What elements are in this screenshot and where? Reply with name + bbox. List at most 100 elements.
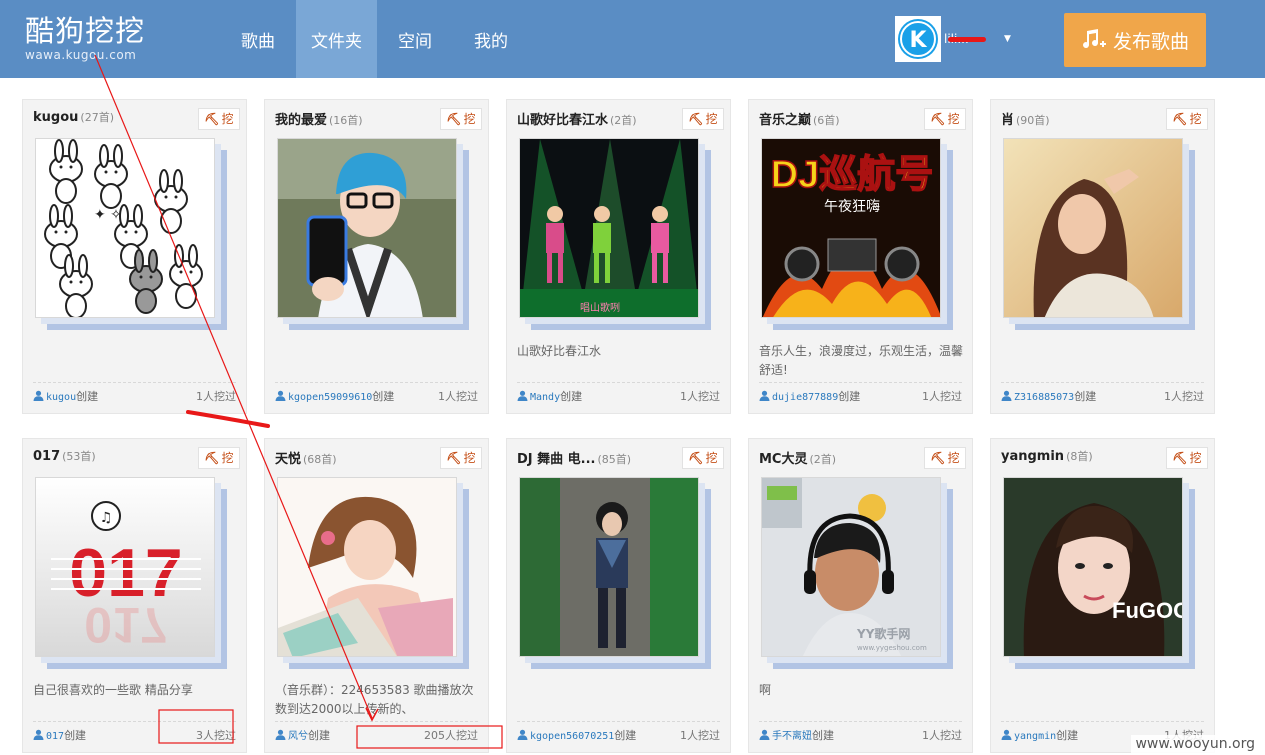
folder-title[interactable]: 肖 (90首) <box>1001 109 1050 128</box>
creator-info: kgopen56070251创建 <box>517 722 636 751</box>
shovel-icon: ⛏ <box>1172 112 1188 126</box>
creator-info: yangmin创建 <box>1001 722 1078 751</box>
folder-card[interactable]: 山歌好比春江水 (2首) ⛏ 挖 唱山歌咧 山歌好比春江水 Mandy创建 1人… <box>506 99 731 414</box>
folder-card[interactable]: DJ 舞曲 电... (85首) ⛏ 挖 kgopen56070251创建 1人… <box>506 438 731 753</box>
folder-cover[interactable]: DJ巡航号 午夜狂嗨 <box>761 138 953 330</box>
dig-button[interactable]: ⛏ 挖 <box>1166 447 1208 469</box>
folder-cover[interactable]: YY歌手网 www.yygeshou.com <box>761 477 953 669</box>
shovel-icon: ⛏ <box>204 451 220 465</box>
creator-link[interactable]: 手不离妞 <box>772 731 812 742</box>
folder-cover[interactable]: ✦ ✧ <box>35 138 227 330</box>
creator-link[interactable]: 风兮 <box>288 731 308 742</box>
created-label: 创建 <box>76 390 99 403</box>
cover-image[interactable] <box>277 477 457 657</box>
folder-title[interactable]: 山歌好比春江水 (2首) <box>517 109 637 128</box>
dig-button[interactable]: ⛏ 挖 <box>440 447 482 469</box>
nav-mine[interactable]: 我的 <box>453 0 529 78</box>
cover-image[interactable]: FuGOOD <box>1003 477 1183 657</box>
folder-cover[interactable] <box>277 138 469 330</box>
folder-cover[interactable]: ♫ 017 017 <box>35 477 227 669</box>
folder-title[interactable]: 音乐之巅 (6首) <box>759 109 840 128</box>
dig-button[interactable]: ⛏ 挖 <box>682 108 724 130</box>
folder-description: 自己很喜欢的一些歌 精品分享 <box>33 683 193 697</box>
dig-count: 205人挖过 <box>424 729 478 742</box>
nav-folders[interactable]: 文件夹 <box>296 0 377 78</box>
creator-info: kugou创建 <box>33 383 98 412</box>
song-count: (16首) <box>329 114 363 127</box>
folder-title[interactable]: 天悦 (68首) <box>275 448 337 467</box>
cover-image[interactable]: YY歌手网 www.yygeshou.com <box>761 477 941 657</box>
folder-cover[interactable]: 唱山歌咧 <box>519 138 711 330</box>
publish-song-button[interactable]: 发布歌曲 <box>1064 13 1206 67</box>
top-header: 酷狗挖挖 wawa.kugou.com 歌曲 文件夹 空间 我的 K lili.… <box>0 0 1265 78</box>
dig-count: 1人挖过 <box>1164 390 1204 403</box>
folder-title[interactable]: kugou (27首) <box>33 109 114 125</box>
folder-title[interactable]: DJ 舞曲 电... (85首) <box>517 448 631 467</box>
folder-name: 我的最爱 <box>275 113 328 128</box>
cover-image[interactable]: 唱山歌咧 <box>519 138 699 318</box>
folder-description: 音乐人生，浪漫度过，乐观生活，温馨舒适! <box>759 344 964 377</box>
dig-label: 挖 <box>947 451 960 465</box>
annotation-underline <box>186 410 270 428</box>
folder-card[interactable]: 音乐之巅 (6首) ⛏ 挖 DJ巡航号 午夜狂嗨 音乐人生，浪漫度过，乐观生活，温馨… <box>748 99 973 414</box>
created-label: 创建 <box>308 729 330 742</box>
song-count: (6首) <box>813 114 840 127</box>
cover-image[interactable] <box>519 477 699 657</box>
creator-link[interactable]: Z316885073 <box>1014 392 1074 403</box>
folder-name: MC大灵 <box>759 452 808 467</box>
folder-title[interactable]: yangmin (8首) <box>1001 448 1093 464</box>
card-footer: kugou创建 1人挖过 <box>33 382 236 406</box>
folder-name: yangmin <box>1001 449 1065 464</box>
cover-image[interactable]: DJ巡航号 午夜狂嗨 <box>761 138 941 318</box>
shovel-icon: ⛏ <box>446 451 462 465</box>
creator-link[interactable]: kgopen56070251 <box>530 731 614 742</box>
dig-button[interactable]: ⛏ 挖 <box>924 108 966 130</box>
creator-link[interactable]: 017 <box>46 731 64 742</box>
user-menu[interactable]: K lili... ▼ <box>895 16 1011 62</box>
folder-title[interactable]: MC大灵 (2首) <box>759 448 836 467</box>
creator-link[interactable]: dujie877889 <box>772 392 838 403</box>
dig-button[interactable]: ⛏ 挖 <box>924 447 966 469</box>
folder-card[interactable]: 017 (53首) ⛏ 挖 ♫ 017 017 自己很喜欢的一些歌 精品分享 017… <box>22 438 247 753</box>
folder-card[interactable]: MC大灵 (2首) ⛏ 挖 YY歌手网 www.yygeshou.com 啊 手… <box>748 438 973 753</box>
dig-label: 挖 <box>221 112 234 126</box>
user-name[interactable]: lili... <box>944 32 1002 46</box>
user-icon <box>517 390 528 401</box>
kugou-k-icon: K <box>900 21 936 57</box>
cover-image[interactable]: ♫ 017 017 <box>35 477 215 657</box>
creator-link[interactable]: Mandy <box>530 392 560 403</box>
folder-cover[interactable] <box>1003 138 1195 330</box>
folder-title[interactable]: 我的最爱 (16首) <box>275 109 363 128</box>
folder-cover[interactable] <box>519 477 711 669</box>
dig-button[interactable]: ⛏ 挖 <box>198 108 240 130</box>
nav-space[interactable]: 空间 <box>377 0 453 78</box>
creator-link[interactable]: kgopen59099610 <box>288 392 372 403</box>
dig-count: 1人挖过 <box>196 390 236 403</box>
folder-card[interactable]: 天悦 (68首) ⛏ 挖 （音乐群）：224653583 歌曲播放次数到达2000以… <box>264 438 489 753</box>
dig-button[interactable]: ⛏ 挖 <box>198 447 240 469</box>
avatar[interactable]: K <box>895 16 941 62</box>
cover-image[interactable] <box>277 138 457 318</box>
folder-card[interactable]: 我的最爱 (16首) ⛏ 挖 kgopen59099610创建 1人挖过 <box>264 99 489 414</box>
nav-songs[interactable]: 歌曲 <box>220 0 296 78</box>
chevron-down-icon[interactable]: ▼ <box>1004 34 1011 44</box>
dig-button[interactable]: ⛏ 挖 <box>682 447 724 469</box>
creator-link[interactable]: yangmin <box>1014 731 1056 742</box>
dig-button[interactable]: ⛏ 挖 <box>1166 108 1208 130</box>
site-logo[interactable]: 酷狗挖挖 wawa.kugou.com <box>25 14 150 66</box>
user-icon <box>1001 729 1012 740</box>
dig-button[interactable]: ⛏ 挖 <box>440 108 482 130</box>
dig-label: 挖 <box>463 451 476 465</box>
cover-image[interactable] <box>1003 138 1183 318</box>
creator-link[interactable]: kugou <box>46 392 76 403</box>
cover-image[interactable]: ✦ ✧ <box>35 138 215 318</box>
dig-count: 1人挖过 <box>680 390 720 403</box>
folder-card[interactable]: kugou (27首) ⛏ 挖 ✦ ✧ kugou创建 1人挖过 <box>22 99 247 414</box>
folder-cover[interactable] <box>277 477 469 669</box>
folder-card[interactable]: 肖 (90首) ⛏ 挖 Z316885073创建 1人挖过 <box>990 99 1215 414</box>
folder-card[interactable]: yangmin(8首) ⛏挖 FuGOOD yangmin创建 <box>990 438 1215 753</box>
created-label: 创建 <box>372 390 395 403</box>
folder-title[interactable]: 017 (53首) <box>33 448 96 464</box>
song-count: (2首) <box>809 453 837 466</box>
folder-cover[interactable]: FuGOOD <box>1003 477 1195 669</box>
